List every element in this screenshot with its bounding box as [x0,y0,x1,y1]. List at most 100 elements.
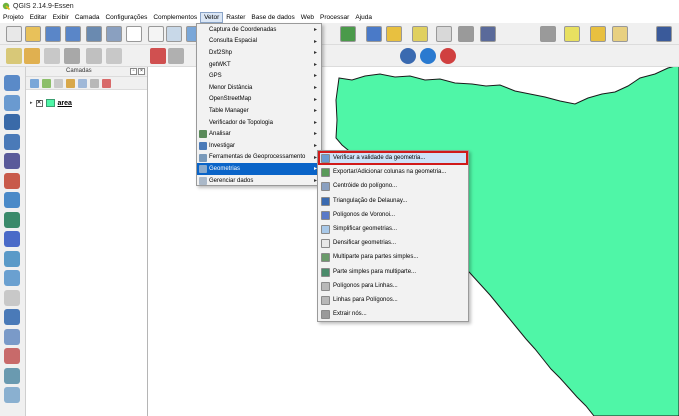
new-spatialite-icon[interactable] [4,309,20,325]
layer-visibility-checkbox[interactable]: ✕ [35,99,43,107]
add-vector-layer-icon[interactable] [4,75,20,91]
toggle-editing-icon[interactable] [24,48,40,64]
geometry-submenu-item-extrair-nos[interactable]: Extrair nós... [318,307,468,321]
geometry-submenu-item-centroide-do-poligono[interactable]: Centróide do polígono... [318,179,468,193]
tips-icon[interactable] [612,26,628,42]
vector-menu-item-investigar[interactable]: Investigar ▸ [197,140,321,152]
python-console-icon[interactable] [400,48,416,64]
geometry-submenu-item-triangulacao-de-delaunay[interactable]: Triangulação de Delaunay... [318,194,468,208]
delete-selected-icon[interactable] [150,48,166,64]
menu-editar[interactable]: Editar [27,12,50,23]
refresh-icon[interactable] [340,26,356,42]
style-icon[interactable] [30,79,39,88]
save-project-icon[interactable] [45,26,61,42]
geometry-submenu-item-poligonos-de-voronoi[interactable]: Polígonos de Voronoi... [318,208,468,222]
geometry-submenu-item-exportar-adicionar-colunas-na-geometria[interactable]: Exportar/Adicionar colunas na geometria.… [318,165,468,179]
filter-icon[interactable] [54,79,63,88]
geometry-submenu-item-simplificar-geometrias[interactable]: Simplificar geometrias... [318,222,468,236]
bookmark-icon[interactable] [590,26,606,42]
georeferencer-icon[interactable] [4,367,20,384]
menu-processar[interactable]: Processar [317,12,352,23]
float-panel-icon[interactable]: ▫ [130,68,137,75]
filter-legend-icon[interactable] [66,79,75,88]
vector-menu-item-geometrias[interactable]: Geometrias ▸ [197,163,321,175]
annotation-icon[interactable] [564,26,580,42]
menu-exibir[interactable]: Exibir [50,12,72,23]
calculator-icon[interactable] [458,26,474,42]
node-tool-icon[interactable] [106,48,122,64]
vector-menu-item-ferramentas-de-geoprocessamento[interactable]: Ferramentas de Geoprocessamento ▸ [197,152,321,164]
vector-menu-item-table-manager[interactable]: Table Manager ▸ [197,105,321,117]
geometry-submenu-item-densificar-geometrias[interactable]: Densificar geometrias... [318,236,468,250]
vector-menu-item-openstreetmap[interactable]: OpenStreetMap ▸ [197,94,321,106]
vector-menu-item-gerenciar-dados[interactable]: Gerenciar dados ▸ [197,175,321,187]
composer-manager-icon[interactable] [106,26,122,42]
add-wcs-layer-icon[interactable] [4,231,20,247]
add-oracle-layer-icon[interactable] [4,172,20,189]
add-wfs-layer-icon[interactable] [4,250,20,267]
select-icon[interactable] [126,26,142,42]
cut-features-icon[interactable] [168,48,184,64]
digitize-icon[interactable] [4,348,20,364]
geometry-submenu-item-poligonos-para-linhas[interactable]: Polígonos para Linhas... [318,279,468,293]
menu-vetor[interactable]: Vetor [200,12,224,23]
vector-menu-item-gps[interactable]: GPS ▸ [197,70,321,82]
measure-icon[interactable] [540,26,556,42]
add-spatialite-layer-icon[interactable] [4,133,20,150]
menu-configura-es[interactable]: Configurações [102,12,150,23]
new-project-icon[interactable] [6,26,22,42]
add-raster-layer-icon[interactable] [4,94,20,111]
menu-raster[interactable]: Raster [223,12,248,23]
layer-item[interactable]: ▸ ✕ area [30,99,72,107]
vector-menu-item-menor-distancia[interactable]: Menor Distância ▸ [197,82,321,94]
statistics-icon[interactable] [480,26,496,42]
add-delimited-text-icon[interactable] [4,270,20,286]
getwkt-icon[interactable] [440,48,456,64]
expand-toggle-icon[interactable]: ▸ [30,100,33,106]
new-shapefile-icon[interactable] [4,289,20,306]
add-virtual-layer-icon[interactable] [4,328,20,345]
select-features-icon[interactable] [386,26,402,42]
add-db2-layer-icon[interactable] [4,192,20,208]
geometry-submenu-item-parte-simples-para-multiparte[interactable]: Parte simples para multiparte... [318,265,468,279]
save-edits-icon[interactable] [44,48,60,64]
geometry-submenu-item-linhas-para-poligonos[interactable]: Linhas para Polígonos... [318,293,468,307]
vector-menu-item-verificador-de-topologia[interactable]: Verificador de Topologia ▸ [197,117,321,129]
expand-all-icon[interactable] [78,79,87,88]
add-postgis-layer-icon[interactable] [4,114,20,130]
menu-complementos[interactable]: Complementos [150,12,200,23]
move-feature-icon[interactable] [86,48,102,64]
current-edits-icon[interactable] [6,48,22,64]
save-as-icon[interactable] [65,26,81,42]
print-composer-icon[interactable] [86,26,102,42]
menu-item-label: OpenStreetMap [209,96,252,103]
geometry-submenu-item-multiparte-para-partes-simples[interactable]: Multiparte para partes simples... [318,250,468,264]
menu-camada[interactable]: Camada [72,12,103,23]
identify-icon[interactable] [366,26,382,42]
vector-menu-item-getwkt[interactable]: getWKT ▸ [197,59,321,71]
wkt-icon[interactable] [420,48,436,64]
menu-projeto[interactable]: Projeto [0,12,27,23]
open-project-icon[interactable] [25,26,41,42]
add-group-icon[interactable] [42,79,51,88]
menu-base-de-dados[interactable]: Base de dados [248,12,297,23]
menu-web[interactable]: Web [298,12,317,23]
add-feature-icon[interactable] [64,48,80,64]
touch-icon[interactable] [166,26,182,42]
vector-menu-item-consulta-espacial[interactable]: Consulta Espacial ▸ [197,36,321,48]
collapse-all-icon[interactable] [90,79,99,88]
attribute-table-icon[interactable] [436,26,452,42]
deselect-icon[interactable] [412,26,428,42]
gps-tools-icon[interactable] [4,387,20,403]
pan-icon[interactable] [148,26,164,42]
menu-ajuda[interactable]: Ajuda [352,12,375,23]
vector-menu-item-captura-de-coordenadas[interactable]: Captura de Coordenadas ▸ [197,24,321,36]
remove-layer-icon[interactable] [102,79,111,88]
close-panel-icon[interactable]: × [138,68,145,75]
add-wms-layer-icon[interactable] [4,211,20,228]
help-icon[interactable] [656,26,672,42]
add-mssql-layer-icon[interactable] [4,153,20,169]
vector-menu-item-dxf2shp[interactable]: Dxf2Shp ▸ [197,47,321,59]
geometry-submenu-item-verificar-a-validade-da-geometria[interactable]: Verificar a validade da geometria... [318,151,468,166]
vector-menu-item-analisar[interactable]: Analisar ▸ [197,128,321,140]
